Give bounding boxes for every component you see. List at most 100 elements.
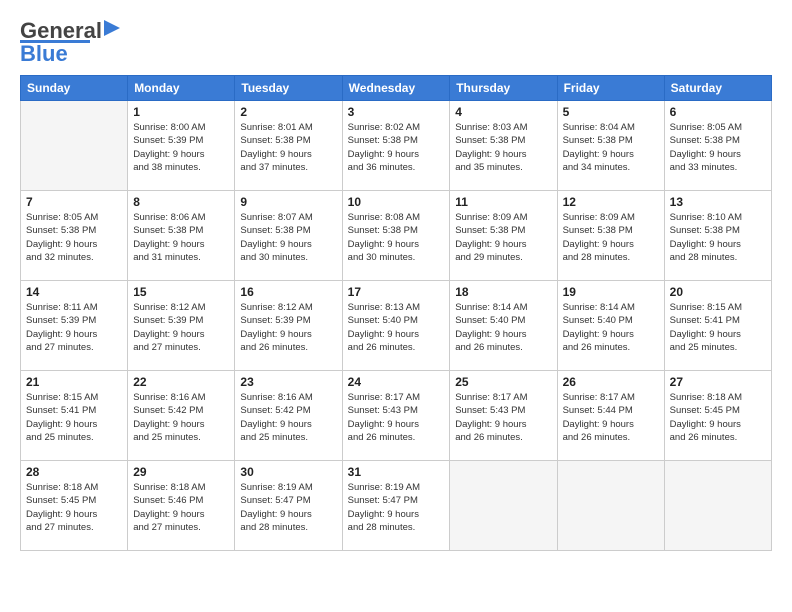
weekday-friday: Friday [557, 76, 664, 101]
day-info: Sunrise: 8:12 AM Sunset: 5:39 PM Dayligh… [133, 301, 229, 354]
week-row-2: 14 Sunrise: 8:11 AM Sunset: 5:39 PM Dayli… [21, 281, 772, 371]
calendar-cell [557, 461, 664, 551]
day-info: Sunrise: 8:17 AM Sunset: 5:43 PM Dayligh… [348, 391, 445, 444]
calendar-cell: 19 Sunrise: 8:14 AM Sunset: 5:40 PM Dayli… [557, 281, 664, 371]
weekday-header-row: SundayMondayTuesdayWednesdayThursdayFrid… [21, 76, 772, 101]
logo: General Blue [20, 18, 122, 67]
day-number: 1 [133, 105, 229, 119]
calendar-cell: 5Sunrise: 8:04 AM Sunset: 5:38 PM Daylig… [557, 101, 664, 191]
week-row-1: 7Sunrise: 8:05 AM Sunset: 5:38 PM Daylig… [21, 191, 772, 281]
day-info: Sunrise: 8:09 AM Sunset: 5:38 PM Dayligh… [563, 211, 659, 264]
calendar-cell: 30Sunrise: 8:19 AM Sunset: 5:47 PM Dayli… [235, 461, 342, 551]
calendar-cell: 18Sunrise: 8:14 AM Sunset: 5:40 PM Dayli… [450, 281, 557, 371]
day-number: 8 [133, 195, 229, 209]
day-info: Sunrise: 8:11 AM Sunset: 5:39 PM Dayligh… [26, 301, 122, 354]
calendar-cell: 11 Sunrise: 8:09 AM Sunset: 5:38 PM Dayli… [450, 191, 557, 281]
day-info: Sunrise: 8:16 AM Sunset: 5:42 PM Dayligh… [240, 391, 336, 444]
day-number: 27 [670, 375, 766, 389]
calendar-cell: 16 Sunrise: 8:12 AM Sunset: 5:39 PM Dayli… [235, 281, 342, 371]
day-info: Sunrise: 8:01 AM Sunset: 5:38 PM Dayligh… [240, 121, 336, 174]
weekday-tuesday: Tuesday [235, 76, 342, 101]
day-number: 9 [240, 195, 336, 209]
calendar-cell: 7Sunrise: 8:05 AM Sunset: 5:38 PM Daylig… [21, 191, 128, 281]
calendar-cell: 13Sunrise: 8:10 AM Sunset: 5:38 PM Dayli… [664, 191, 771, 281]
week-row-4: 28 Sunrise: 8:18 AM Sunset: 5:45 PM Dayli… [21, 461, 772, 551]
day-info: Sunrise: 8:18 AM Sunset: 5:46 PM Dayligh… [133, 481, 229, 534]
calendar-cell: 25 Sunrise: 8:17 AM Sunset: 5:43 PM Dayli… [450, 371, 557, 461]
day-info: Sunrise: 8:19 AM Sunset: 5:47 PM Dayligh… [240, 481, 336, 534]
day-number: 10 [348, 195, 445, 209]
day-number: 22 [133, 375, 229, 389]
day-number: 11 [455, 195, 551, 209]
week-row-3: 21 Sunrise: 8:15 AM Sunset: 5:41 PM Dayli… [21, 371, 772, 461]
calendar-cell: 28 Sunrise: 8:18 AM Sunset: 5:45 PM Dayli… [21, 461, 128, 551]
day-info: Sunrise: 8:08 AM Sunset: 5:38 PM Dayligh… [348, 211, 445, 264]
day-number: 28 [26, 465, 122, 479]
day-info: Sunrise: 8:17 AM Sunset: 5:43 PM Dayligh… [455, 391, 551, 444]
day-info: Sunrise: 8:09 AM Sunset: 5:38 PM Dayligh… [455, 211, 551, 264]
calendar-cell: 1 Sunrise: 8:00 AM Sunset: 5:39 PM Daylig… [128, 101, 235, 191]
day-info: Sunrise: 8:18 AM Sunset: 5:45 PM Dayligh… [670, 391, 766, 444]
logo-flag-icon [104, 20, 122, 42]
weekday-wednesday: Wednesday [342, 76, 450, 101]
calendar-cell: 9 Sunrise: 8:07 AM Sunset: 5:38 PM Daylig… [235, 191, 342, 281]
day-number: 7 [26, 195, 122, 209]
day-info: Sunrise: 8:05 AM Sunset: 5:38 PM Dayligh… [670, 121, 766, 174]
day-info: Sunrise: 8:14 AM Sunset: 5:40 PM Dayligh… [563, 301, 659, 354]
day-info: Sunrise: 8:03 AM Sunset: 5:38 PM Dayligh… [455, 121, 551, 174]
day-number: 12 [563, 195, 659, 209]
day-number: 2 [240, 105, 336, 119]
logo-blue: Blue [20, 41, 68, 67]
day-number: 19 [563, 285, 659, 299]
calendar-cell: 31 Sunrise: 8:19 AM Sunset: 5:47 PM Dayli… [342, 461, 450, 551]
day-number: 29 [133, 465, 229, 479]
calendar-cell: 4 Sunrise: 8:03 AM Sunset: 5:38 PM Daylig… [450, 101, 557, 191]
calendar-cell: 17 Sunrise: 8:13 AM Sunset: 5:40 PM Dayli… [342, 281, 450, 371]
calendar-cell: 6 Sunrise: 8:05 AM Sunset: 5:38 PM Daylig… [664, 101, 771, 191]
day-number: 4 [455, 105, 551, 119]
day-info: Sunrise: 8:02 AM Sunset: 5:38 PM Dayligh… [348, 121, 445, 174]
calendar-cell: 12 Sunrise: 8:09 AM Sunset: 5:38 PM Dayli… [557, 191, 664, 281]
calendar-cell [664, 461, 771, 551]
calendar-cell: 20Sunrise: 8:15 AM Sunset: 5:41 PM Dayli… [664, 281, 771, 371]
day-info: Sunrise: 8:07 AM Sunset: 5:38 PM Dayligh… [240, 211, 336, 264]
calendar-body: 1 Sunrise: 8:00 AM Sunset: 5:39 PM Daylig… [21, 101, 772, 551]
weekday-monday: Monday [128, 76, 235, 101]
day-number: 21 [26, 375, 122, 389]
day-info: Sunrise: 8:19 AM Sunset: 5:47 PM Dayligh… [348, 481, 445, 534]
calendar-cell: 23 Sunrise: 8:16 AM Sunset: 5:42 PM Dayli… [235, 371, 342, 461]
day-info: Sunrise: 8:15 AM Sunset: 5:41 PM Dayligh… [26, 391, 122, 444]
day-number: 5 [563, 105, 659, 119]
calendar: SundayMondayTuesdayWednesdayThursdayFrid… [20, 75, 772, 551]
day-number: 17 [348, 285, 445, 299]
calendar-cell: 21 Sunrise: 8:15 AM Sunset: 5:41 PM Dayli… [21, 371, 128, 461]
day-info: Sunrise: 8:06 AM Sunset: 5:38 PM Dayligh… [133, 211, 229, 264]
day-info: Sunrise: 8:12 AM Sunset: 5:39 PM Dayligh… [240, 301, 336, 354]
week-row-0: 1 Sunrise: 8:00 AM Sunset: 5:39 PM Daylig… [21, 101, 772, 191]
weekday-saturday: Saturday [664, 76, 771, 101]
day-number: 23 [240, 375, 336, 389]
day-number: 15 [133, 285, 229, 299]
day-number: 31 [348, 465, 445, 479]
calendar-cell: 3Sunrise: 8:02 AM Sunset: 5:38 PM Daylig… [342, 101, 450, 191]
weekday-thursday: Thursday [450, 76, 557, 101]
calendar-cell [450, 461, 557, 551]
day-number: 24 [348, 375, 445, 389]
calendar-cell: 15 Sunrise: 8:12 AM Sunset: 5:39 PM Dayli… [128, 281, 235, 371]
header: General Blue [20, 18, 772, 67]
day-number: 14 [26, 285, 122, 299]
page: General Blue SundayMondayTuesdayWednesda… [0, 0, 792, 612]
calendar-cell: 10 Sunrise: 8:08 AM Sunset: 5:38 PM Dayli… [342, 191, 450, 281]
day-info: Sunrise: 8:00 AM Sunset: 5:39 PM Dayligh… [133, 121, 229, 174]
calendar-cell: 8 Sunrise: 8:06 AM Sunset: 5:38 PM Daylig… [128, 191, 235, 281]
calendar-cell: 22Sunrise: 8:16 AM Sunset: 5:42 PM Dayli… [128, 371, 235, 461]
day-info: Sunrise: 8:13 AM Sunset: 5:40 PM Dayligh… [348, 301, 445, 354]
weekday-sunday: Sunday [21, 76, 128, 101]
day-number: 6 [670, 105, 766, 119]
day-number: 13 [670, 195, 766, 209]
day-number: 25 [455, 375, 551, 389]
day-number: 16 [240, 285, 336, 299]
calendar-cell: 26Sunrise: 8:17 AM Sunset: 5:44 PM Dayli… [557, 371, 664, 461]
day-info: Sunrise: 8:18 AM Sunset: 5:45 PM Dayligh… [26, 481, 122, 534]
day-number: 18 [455, 285, 551, 299]
